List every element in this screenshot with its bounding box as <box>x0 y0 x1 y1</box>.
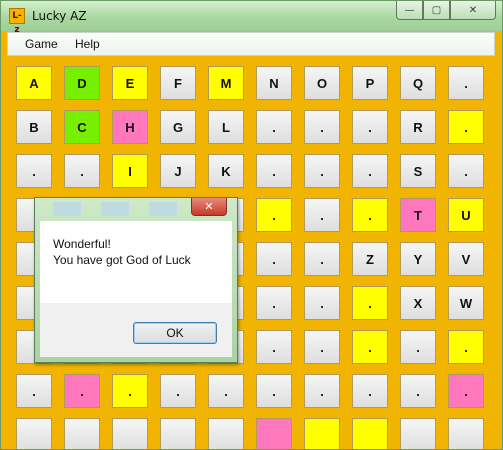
dialog-message-line-1: Wonderful! <box>53 237 111 251</box>
board-cell[interactable]: X <box>400 286 436 320</box>
board-cell[interactable]: . <box>400 330 436 364</box>
menu-bar: Game Help <box>7 32 495 56</box>
board-cell[interactable]: . <box>448 66 484 100</box>
board-cell[interactable]: . <box>448 330 484 364</box>
board-cell[interactable]: D <box>64 66 100 100</box>
board-cell[interactable]: O <box>304 66 340 100</box>
minimize-button[interactable]: — <box>396 1 423 20</box>
board-cell[interactable]: G <box>160 110 196 144</box>
dialog-footer: OK <box>40 303 232 357</box>
board-cell[interactable]: P <box>352 66 388 100</box>
board-cell[interactable]: . <box>112 374 148 408</box>
board-cell[interactable]: U <box>448 198 484 232</box>
blurred-tile <box>53 202 81 216</box>
board-cell[interactable]: . <box>256 198 292 232</box>
title-bar[interactable]: L-z Lucky AZ — ▢ ✕ <box>1 1 502 35</box>
board-cell[interactable]: L <box>208 110 244 144</box>
menu-help[interactable]: Help <box>75 37 100 51</box>
window-title: Lucky AZ <box>32 9 87 23</box>
maximize-button[interactable]: ▢ <box>423 1 450 20</box>
board-cell[interactable]: . <box>208 374 244 408</box>
board-cell[interactable]: . <box>304 242 340 276</box>
app-icon: L-z <box>9 8 25 35</box>
board-cell[interactable]: . <box>352 286 388 320</box>
board-cell[interactable]: V <box>448 242 484 276</box>
board-cell[interactable]: Z <box>352 242 388 276</box>
board-cell[interactable]: B <box>16 110 52 144</box>
dialog-message-line-2: You have got God of Luck <box>53 253 191 267</box>
board-cell[interactable] <box>16 418 52 449</box>
board-cell[interactable]: . <box>64 154 100 188</box>
board-cell[interactable]: T <box>400 198 436 232</box>
board-cell[interactable]: . <box>256 110 292 144</box>
menu-game[interactable]: Game <box>25 37 58 51</box>
ok-button[interactable]: OK <box>133 322 217 344</box>
board-cell[interactable]: . <box>352 154 388 188</box>
board-cell[interactable]: . <box>352 330 388 364</box>
board-cell[interactable] <box>64 418 100 449</box>
board-cell[interactable]: . <box>448 374 484 408</box>
board-cell[interactable]: . <box>304 198 340 232</box>
dialog-title-bar[interactable]: ✕ <box>35 198 237 220</box>
board-cell[interactable]: F <box>160 66 196 100</box>
blurred-tile <box>149 202 177 216</box>
board-cell[interactable]: K <box>208 154 244 188</box>
minimize-icon: — <box>404 4 415 16</box>
dialog-close-button[interactable]: ✕ <box>191 198 227 216</box>
board-cell[interactable]: . <box>256 242 292 276</box>
board-cell[interactable]: . <box>304 330 340 364</box>
board-cell[interactable] <box>160 418 196 449</box>
board-cell[interactable]: M <box>208 66 244 100</box>
board-cell[interactable]: . <box>256 330 292 364</box>
board-cell[interactable]: . <box>304 286 340 320</box>
board-cell[interactable]: W <box>448 286 484 320</box>
close-icon: ✕ <box>468 4 478 16</box>
board-cell[interactable]: E <box>112 66 148 100</box>
lucky-az-window: L-z Lucky AZ — ▢ ✕ Game Help ADEFMNOPQ. B… <box>0 0 503 450</box>
message-dialog: ✕ Wonderful! You have got God of Luck OK <box>34 197 238 363</box>
board-cell[interactable]: C <box>64 110 100 144</box>
board-cell[interactable] <box>208 418 244 449</box>
board-cell[interactable]: . <box>304 154 340 188</box>
board-cell[interactable]: N <box>256 66 292 100</box>
board-cell[interactable]: . <box>256 286 292 320</box>
board-cell[interactable]: J <box>160 154 196 188</box>
board-cell[interactable]: . <box>400 374 436 408</box>
board-cell[interactable]: . <box>16 154 52 188</box>
board-cell[interactable]: . <box>160 374 196 408</box>
board-cell[interactable]: . <box>352 198 388 232</box>
board-cell[interactable]: . <box>304 374 340 408</box>
board-cell[interactable]: . <box>352 374 388 408</box>
board-cell[interactable]: . <box>448 154 484 188</box>
board-cell[interactable]: H <box>112 110 148 144</box>
board-cell[interactable] <box>256 418 292 449</box>
board-cell[interactable] <box>304 418 340 449</box>
board-cell[interactable]: . <box>352 110 388 144</box>
board-cell[interactable] <box>112 418 148 449</box>
board-cell[interactable]: . <box>448 110 484 144</box>
board-cell[interactable]: . <box>256 374 292 408</box>
blurred-tile <box>101 202 129 216</box>
board-cell[interactable] <box>448 418 484 449</box>
maximize-icon: ▢ <box>431 4 442 16</box>
board-cell[interactable]: I <box>112 154 148 188</box>
board-cell[interactable]: . <box>16 374 52 408</box>
close-button[interactable]: ✕ <box>450 1 496 20</box>
close-icon: ✕ <box>204 200 214 213</box>
board-cell[interactable]: Q <box>400 66 436 100</box>
board-cell[interactable]: . <box>256 154 292 188</box>
board-cell[interactable]: S <box>400 154 436 188</box>
board-cell[interactable]: A <box>16 66 52 100</box>
dialog-body: Wonderful! You have got God of Luck <box>40 221 232 303</box>
board-cell[interactable]: . <box>64 374 100 408</box>
board-cell[interactable]: Y <box>400 242 436 276</box>
board-cell[interactable] <box>400 418 436 449</box>
board-cell[interactable]: . <box>304 110 340 144</box>
board-cell[interactable]: R <box>400 110 436 144</box>
board-cell[interactable] <box>352 418 388 449</box>
